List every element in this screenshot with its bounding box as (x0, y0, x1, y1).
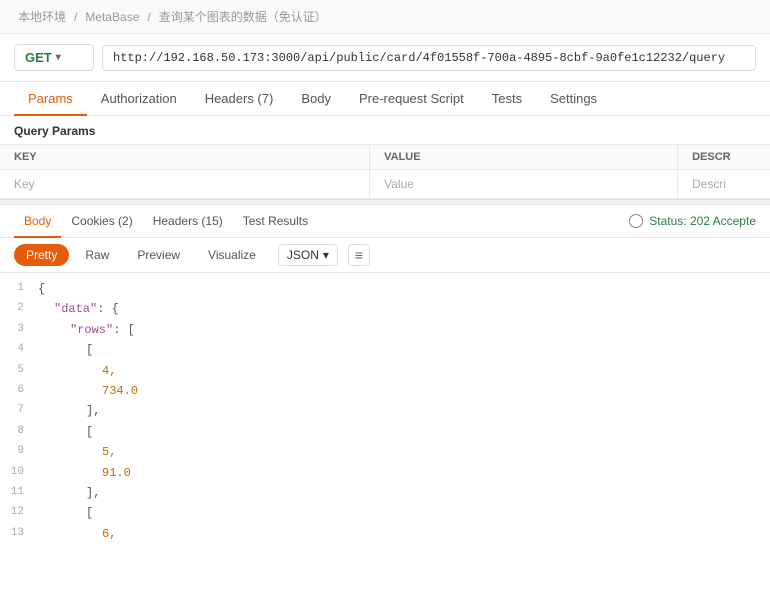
response-status: Status: 202 Accepte (629, 214, 756, 228)
json-line-11: 11 ], (0, 483, 770, 503)
format-visualize-button[interactable]: Visualize (196, 244, 268, 266)
params-table: KEY VALUE DESCR Key Value Descri (0, 144, 770, 199)
json-viewer: 1 { 2 "data": { 3 "rows": [ 4 [ 5 4, 6 7… (0, 273, 770, 550)
tab-params[interactable]: Params (14, 82, 87, 116)
response-tab-test-results[interactable]: Test Results (233, 205, 318, 238)
breadcrumb-item-0[interactable]: 本地环境 (18, 8, 66, 25)
url-input[interactable] (102, 45, 756, 71)
json-line-4: 4 [ (0, 340, 770, 360)
json-line-13: 13 6, (0, 524, 770, 544)
breadcrumb-item-1[interactable]: MetaBase (85, 10, 139, 24)
format-preview-button[interactable]: Preview (125, 244, 192, 266)
param-desc-cell[interactable]: Descri (678, 170, 770, 199)
wrap-icon-button[interactable]: ≡ (348, 244, 370, 266)
json-line-6: 6 734.0 (0, 381, 770, 401)
response-tab-headers[interactable]: Headers (15) (143, 205, 233, 238)
tab-settings[interactable]: Settings (536, 82, 611, 116)
response-tab-cookies[interactable]: Cookies (2) (61, 205, 142, 238)
breadcrumb-sep-1: / (147, 10, 150, 24)
url-bar: GET ▾ (0, 34, 770, 82)
json-line-10: 10 91.0 (0, 463, 770, 483)
tab-headers[interactable]: Headers (7) (191, 82, 288, 116)
query-params-label: Query Params (0, 116, 770, 144)
json-line-1: 1 { (0, 279, 770, 299)
json-line-2: 2 "data": { (0, 299, 770, 319)
json-line-7: 7 ], (0, 401, 770, 421)
json-line-9: 9 5, (0, 442, 770, 462)
tab-pre-request[interactable]: Pre-request Script (345, 82, 478, 116)
method-chevron: ▾ (56, 52, 61, 63)
response-tabs: Body Cookies (2) Headers (15) Test Resul… (0, 205, 770, 238)
status-badge: Status: 202 Accepte (649, 214, 756, 228)
col-header-desc: DESCR (678, 145, 770, 170)
param-value-cell[interactable]: Value (370, 170, 678, 199)
breadcrumb-sep-0: / (74, 10, 77, 24)
response-tab-body[interactable]: Body (14, 205, 61, 238)
json-line-8: 8 [ (0, 422, 770, 442)
method-label: GET (25, 50, 52, 65)
json-line-5: 5 4, (0, 361, 770, 381)
col-header-value: VALUE (370, 145, 678, 170)
json-format-label: JSON (287, 248, 319, 262)
tab-authorization[interactable]: Authorization (87, 82, 191, 116)
json-line-12: 12 [ (0, 503, 770, 523)
format-raw-button[interactable]: Raw (73, 244, 121, 266)
param-key-cell[interactable]: Key (0, 170, 370, 199)
table-row: Key Value Descri (0, 170, 770, 199)
json-line-3: 3 "rows": [ (0, 320, 770, 340)
format-bar: Pretty Raw Preview Visualize JSON ▾ ≡ (0, 238, 770, 273)
json-format-select[interactable]: JSON ▾ (278, 244, 338, 266)
breadcrumb-item-2: 查询某个图表的数据（免认证） (159, 8, 327, 25)
tab-body[interactable]: Body (287, 82, 345, 116)
tab-tests[interactable]: Tests (478, 82, 536, 116)
format-pretty-button[interactable]: Pretty (14, 244, 69, 266)
col-header-key: KEY (0, 145, 370, 170)
method-selector[interactable]: GET ▾ (14, 44, 94, 71)
json-format-chevron: ▾ (323, 248, 329, 262)
request-tabs: Params Authorization Headers (7) Body Pr… (0, 82, 770, 116)
breadcrumb: 本地环境 / MetaBase / 查询某个图表的数据（免认证） (0, 0, 770, 34)
globe-icon (629, 214, 643, 228)
